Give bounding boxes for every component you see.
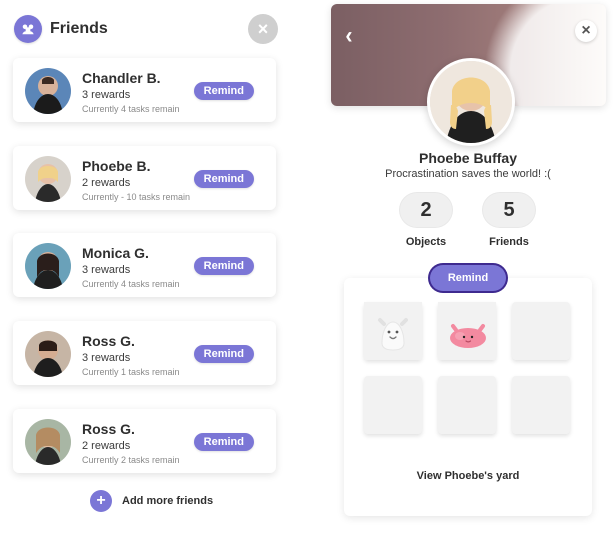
avatar [25, 419, 71, 465]
yard-tile[interactable] [438, 302, 496, 360]
remind-button[interactable]: Remind [430, 265, 506, 291]
friend-status: Currently 2 tasks remain [82, 455, 180, 465]
remind-button[interactable]: Remind [193, 82, 254, 100]
friend-status: Currently 4 tasks remain [82, 279, 180, 289]
profile-name: Phoebe Buffay [418, 150, 517, 166]
remind-button[interactable]: Remind [193, 433, 254, 451]
remind-button[interactable]: Remind [193, 257, 254, 275]
yard-card: View Phoebe's yard [344, 278, 592, 516]
friend-status: Currently 4 tasks remain [82, 104, 180, 114]
friends-stat: 5 Friends [482, 192, 536, 248]
friend-name: Monica G. [82, 245, 149, 261]
avatar [25, 243, 71, 289]
friends-count: 5 [482, 192, 536, 228]
yard-tile[interactable] [364, 302, 422, 360]
close-icon[interactable]: × [248, 14, 278, 44]
friend-rewards: 3 rewards [82, 89, 131, 101]
friend-card[interactable]: Phoebe B. 2 rewards Currently - 10 tasks… [13, 146, 276, 210]
friend-card[interactable]: Ross G. 3 rewards Currently 1 tasks rema… [13, 321, 276, 385]
friend-name: Chandler B. [82, 70, 161, 86]
friend-name: Ross G. [82, 333, 135, 349]
plus-icon: + [90, 490, 112, 512]
objects-count: 2 [399, 192, 453, 228]
avatar [25, 156, 71, 202]
remind-button[interactable]: Remind [193, 345, 254, 363]
friend-status: Currently - 10 tasks remain [82, 192, 191, 202]
friend-rewards: 2 rewards [82, 177, 131, 189]
friends-panel: Friends × Chandler B. 3 rewards Currentl… [0, 0, 292, 542]
friend-card[interactable]: Ross G. 2 rewards Currently 2 tasks rema… [13, 409, 276, 473]
friends-label: Friends [489, 236, 529, 248]
yard-tile[interactable] [364, 376, 422, 434]
yard-tile[interactable] [512, 376, 570, 434]
profile-avatar [427, 58, 515, 146]
profile-tagline: Procrastination saves the world! :( [385, 168, 551, 180]
friends-icon [14, 15, 42, 43]
friend-rewards: 3 rewards [82, 264, 131, 276]
remind-button[interactable]: Remind [193, 170, 254, 188]
friends-header: Friends × [14, 14, 278, 44]
add-more-label: Add more friends [122, 495, 214, 507]
close-icon[interactable]: × [575, 20, 597, 42]
friend-status: Currently 1 tasks remain [82, 367, 180, 377]
friend-name: Ross G. [82, 421, 135, 437]
chevron-left-icon[interactable]: ‹ [345, 22, 352, 50]
friends-title: Friends [50, 20, 108, 37]
yard-tile[interactable] [512, 302, 570, 360]
friend-card[interactable]: Monica G. 3 rewards Currently 4 tasks re… [13, 233, 276, 297]
friend-card[interactable]: Chandler B. 3 rewards Currently 4 tasks … [13, 58, 276, 122]
friend-name: Phoebe B. [82, 158, 151, 174]
yard-tile[interactable] [438, 376, 496, 434]
objects-stat: 2 Objects [399, 192, 453, 248]
objects-label: Objects [405, 236, 447, 248]
profile-panel: ‹ × Phoebe Buffay Procrastination saves … [322, 0, 614, 542]
add-more-friends[interactable]: + Add more friends [90, 490, 213, 512]
view-yard-link[interactable]: View Phoebe's yard [344, 470, 592, 482]
avatar [25, 68, 71, 114]
friend-rewards: 2 rewards [82, 440, 131, 452]
avatar [25, 331, 71, 377]
friend-rewards: 3 rewards [82, 352, 131, 364]
